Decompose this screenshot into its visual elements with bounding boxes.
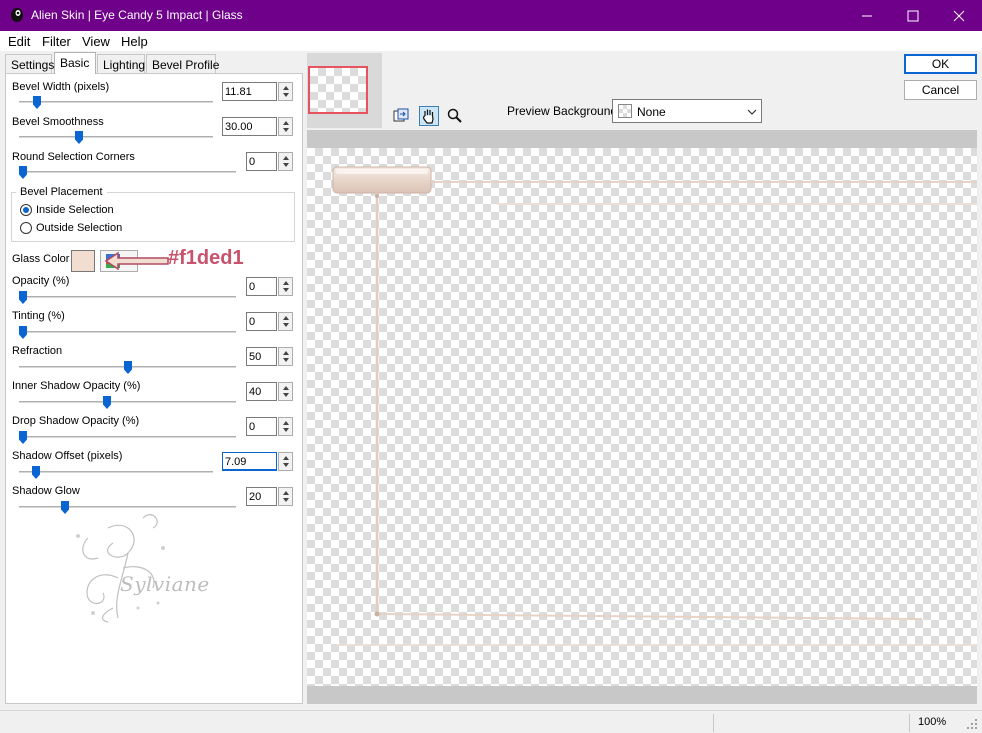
glass-color-swatch[interactable]	[71, 250, 95, 272]
close-button[interactable]	[936, 0, 982, 31]
status-bar: 100%	[0, 710, 982, 733]
status-separator	[909, 714, 910, 732]
opacity-spinner[interactable]	[278, 277, 293, 296]
glass-color-label: Glass Color	[12, 253, 70, 265]
preview-canvas[interactable]	[307, 148, 977, 686]
app-icon	[11, 8, 23, 22]
drop-shadow-opacity-label: Drop Shadow Opacity (%)	[12, 415, 140, 427]
ok-button[interactable]: OK	[904, 54, 977, 74]
tinting-label: Tinting (%)	[12, 310, 65, 322]
round-corners-spinner[interactable]	[278, 152, 293, 171]
annotation-arrow-icon	[104, 251, 169, 271]
watermark-logo	[76, 514, 165, 623]
tab-lighting[interactable]: Lighting	[97, 54, 145, 74]
shadow-glow-spinner[interactable]	[278, 487, 293, 506]
drop-shadow-opacity-spinner[interactable]	[278, 417, 293, 436]
preview-background-select[interactable]: None	[612, 99, 762, 123]
bevel-placement-title: Bevel Placement	[16, 186, 107, 198]
refraction-spinner[interactable]	[278, 347, 293, 366]
tinting-track[interactable]	[19, 331, 236, 333]
window-title: Alien Skin | Eye Candy 5 Impact | Glass	[31, 8, 243, 22]
bevel-width-field[interactable]: 11.81	[222, 82, 277, 101]
shadow-offset-field[interactable]: 7.09	[222, 452, 277, 471]
bevel-smoothness-track[interactable]	[19, 136, 213, 138]
dropdown-chevron-icon	[747, 109, 757, 115]
cancel-button[interactable]: Cancel	[904, 80, 977, 100]
zoom-icon	[447, 108, 462, 123]
outside-selection-label[interactable]: Outside Selection	[36, 222, 122, 234]
menu-filter[interactable]: Filter	[42, 34, 71, 49]
opacity-track[interactable]	[19, 296, 236, 298]
maximize-button[interactable]	[890, 0, 936, 31]
inner-shadow-opacity-label: Inner Shadow Opacity (%)	[12, 380, 141, 392]
minimize-button[interactable]	[844, 0, 890, 31]
hand-tool-button[interactable]	[419, 106, 439, 126]
tab-bevel-profile[interactable]: Bevel Profile	[146, 54, 219, 74]
round-corners-label: Round Selection Corners	[12, 151, 135, 163]
preview-background-value: None	[637, 105, 666, 119]
preview-background-label: Preview Background:	[507, 104, 621, 118]
bevel-width-spinner[interactable]	[278, 82, 293, 101]
bevel-smoothness-field[interactable]: 30.00	[222, 117, 277, 136]
hand-icon	[422, 109, 434, 124]
bevel-smoothness-spinner[interactable]	[278, 117, 293, 136]
maximize-icon	[907, 10, 919, 21]
round-corners-track[interactable]	[19, 171, 236, 173]
tinting-spinner[interactable]	[278, 312, 293, 331]
menu-view[interactable]: View	[82, 34, 110, 49]
watermark-signature: Sylviane	[120, 572, 210, 596]
round-corners-field[interactable]: 0	[246, 152, 277, 171]
shadow-glow-label: Shadow Glow	[12, 485, 80, 497]
inner-shadow-opacity-field[interactable]: 40	[246, 382, 277, 401]
close-icon	[953, 10, 965, 21]
minimize-icon	[862, 15, 872, 16]
navigate-icon	[393, 108, 409, 122]
inner-shadow-opacity-track[interactable]	[19, 401, 236, 403]
status-separator	[713, 714, 714, 732]
drop-shadow-opacity-track[interactable]	[19, 436, 236, 438]
menu-bar: Edit Filter View Help	[0, 31, 982, 51]
inside-selection-label[interactable]: Inside Selection	[36, 204, 114, 216]
glass-effect-preview	[332, 166, 977, 646]
opacity-label: Opacity (%)	[12, 275, 70, 287]
resize-grip-icon[interactable]	[966, 718, 978, 730]
inner-shadow-opacity-spinner[interactable]	[278, 382, 293, 401]
bevel-placement-group	[11, 192, 295, 242]
zoom-tool-button[interactable]	[445, 106, 465, 126]
refraction-field[interactable]: 50	[246, 347, 277, 366]
bevel-width-track[interactable]	[19, 101, 213, 103]
tab-basic[interactable]: Basic	[54, 52, 96, 74]
shadow-glow-field[interactable]: 20	[246, 487, 277, 506]
opacity-field[interactable]: 0	[246, 277, 277, 296]
menu-edit[interactable]: Edit	[8, 34, 30, 49]
shadow-offset-spinner[interactable]	[278, 452, 293, 471]
shadow-offset-label: Shadow Offset (pixels)	[12, 450, 123, 462]
navigate-tool-button[interactable]	[391, 106, 411, 126]
drop-shadow-opacity-field[interactable]: 0	[246, 417, 277, 436]
none-swatch-icon	[618, 104, 632, 118]
annotation-color-text: #f1ded1	[168, 247, 244, 269]
navigator-thumbnail[interactable]	[308, 66, 368, 114]
title-bar: Alien Skin | Eye Candy 5 Impact | Glass	[0, 0, 982, 31]
menu-help[interactable]: Help	[121, 34, 148, 49]
outside-selection-radio[interactable]	[20, 222, 32, 234]
zoom-level: 100%	[918, 716, 947, 728]
inside-selection-radio[interactable]	[20, 204, 32, 216]
tab-settings[interactable]: Settings	[5, 54, 54, 74]
refraction-label: Refraction	[12, 345, 63, 357]
tinting-field[interactable]: 0	[246, 312, 277, 331]
shadow-offset-track[interactable]	[19, 471, 213, 473]
bevel-smoothness-label: Bevel Smoothness	[12, 116, 104, 128]
bevel-width-label: Bevel Width (pixels)	[12, 81, 110, 93]
